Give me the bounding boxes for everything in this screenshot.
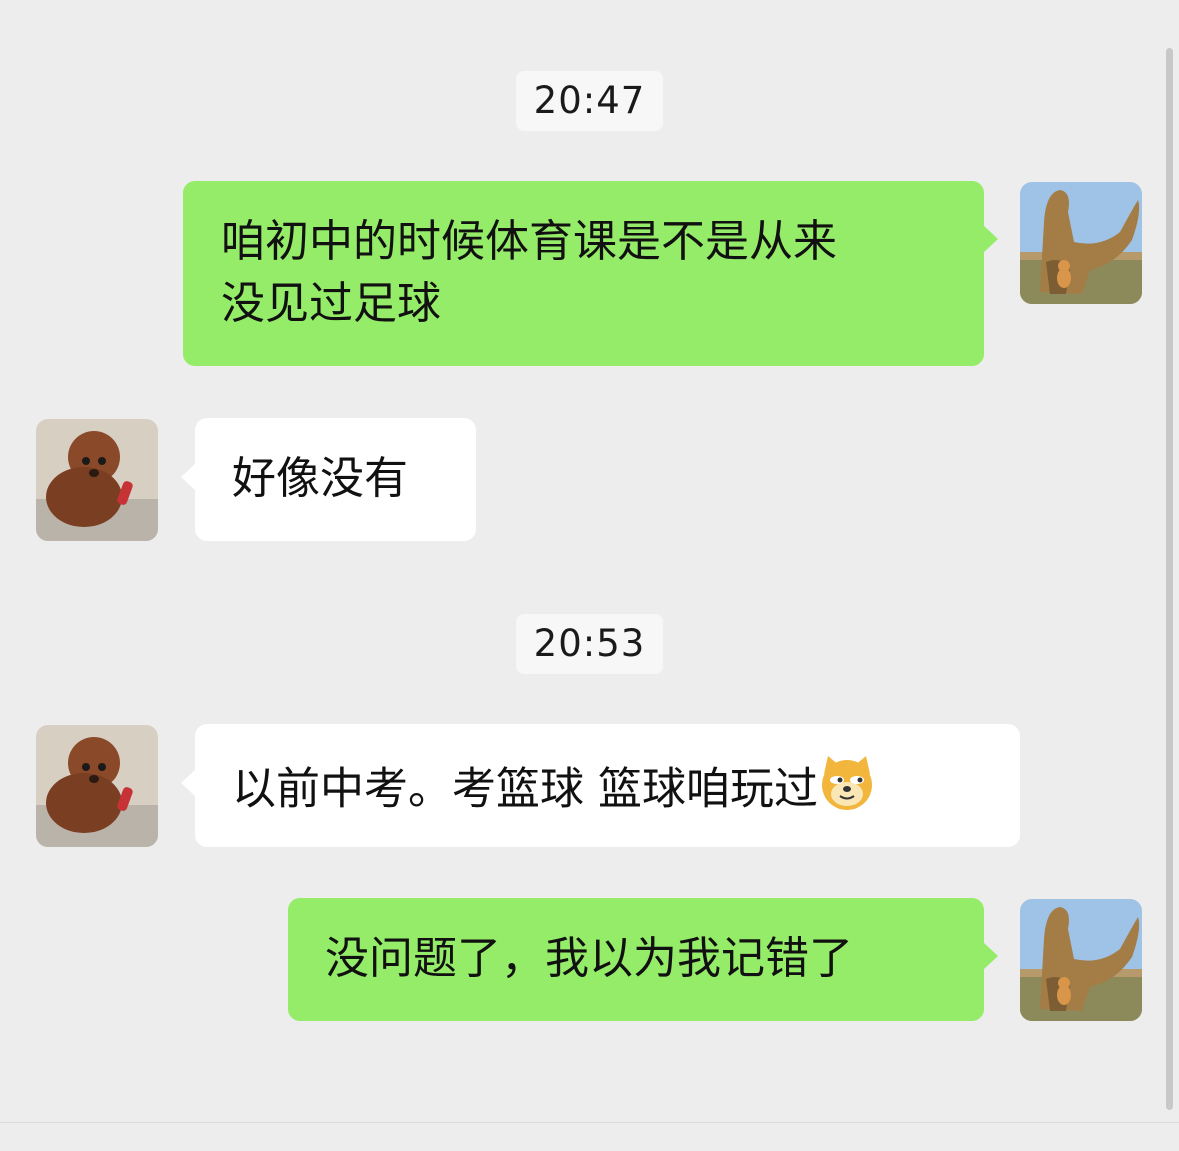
divider bbox=[0, 1122, 1179, 1123]
my-avatar[interactable] bbox=[1020, 899, 1142, 1021]
message-text: 咱初中的时候体育课是不是从来 bbox=[221, 216, 837, 267]
my-message-bubble[interactable]: 咱初中的时候体育课是不是从来 没见过足球 bbox=[183, 181, 998, 366]
their-message-bubble[interactable]: 以前中考。考篮球 篮球咱玩过 bbox=[181, 724, 1020, 847]
contact-avatar[interactable] bbox=[36, 419, 158, 541]
message-text: 没问题了，我以为我记错了 bbox=[325, 933, 853, 984]
dinosaur-photo-icon bbox=[1020, 182, 1142, 304]
poodle-photo-icon bbox=[36, 725, 158, 847]
chat-message-list[interactable]: 20:47 咱初中的时候体育课是不是从来 没见过足球 好像没有 20:53 以前… bbox=[0, 0, 1179, 1151]
my-message-bubble[interactable]: 没问题了，我以为我记错了 bbox=[288, 898, 998, 1021]
timestamp: 20:53 bbox=[515, 614, 664, 674]
timestamp: 20:47 bbox=[515, 71, 664, 131]
message-text: 好像没有 bbox=[232, 453, 408, 504]
doge-emoji-icon bbox=[818, 754, 876, 829]
scrollbar[interactable] bbox=[1166, 48, 1173, 1110]
my-avatar[interactable] bbox=[1020, 182, 1142, 304]
contact-avatar[interactable] bbox=[36, 725, 158, 847]
their-message-bubble[interactable]: 好像没有 bbox=[181, 418, 476, 541]
dinosaur-photo-icon bbox=[1020, 899, 1142, 1021]
message-text: 没见过足球 bbox=[221, 278, 441, 329]
poodle-photo-icon bbox=[36, 419, 158, 541]
message-text: 以前中考。考篮球 篮球咱玩过 bbox=[232, 763, 818, 815]
